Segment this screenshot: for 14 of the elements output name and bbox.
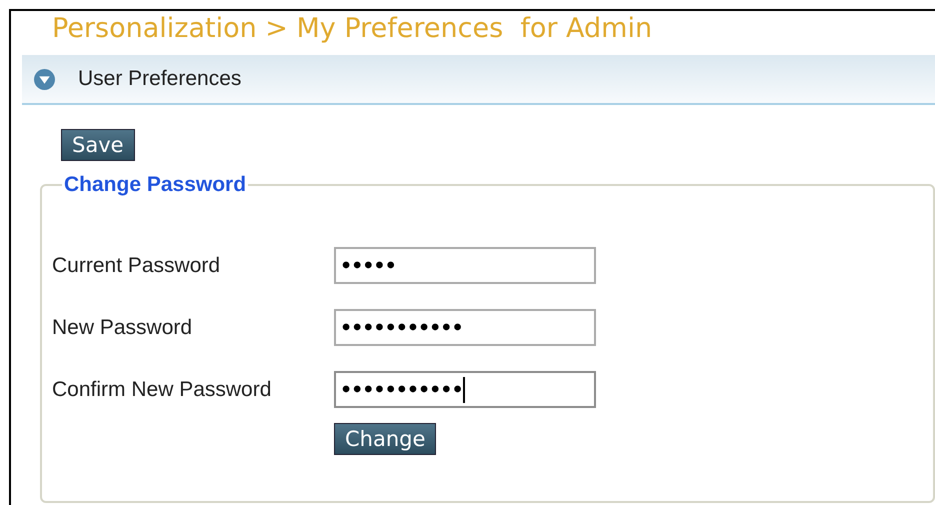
field-label: New Password (52, 316, 194, 340)
change-button[interactable]: Change (334, 423, 436, 455)
password-field[interactable]: ••••••••••• (334, 371, 596, 408)
password-field[interactable]: ••••• (334, 247, 596, 284)
section-header[interactable]: User Preferences (22, 55, 935, 105)
save-button[interactable]: Save (61, 129, 135, 161)
field-label: Current Password (52, 254, 222, 278)
text-cursor (462, 376, 465, 402)
panel-legend: Change Password (62, 173, 248, 197)
password-field[interactable]: ••••••••••• (334, 309, 596, 346)
page-title: Personalization > My Preferences for Admin (51, 12, 654, 46)
collapse-icon[interactable] (34, 68, 55, 90)
field-label: Confirm New Password (52, 378, 272, 402)
section-title: User Preferences (78, 67, 242, 91)
